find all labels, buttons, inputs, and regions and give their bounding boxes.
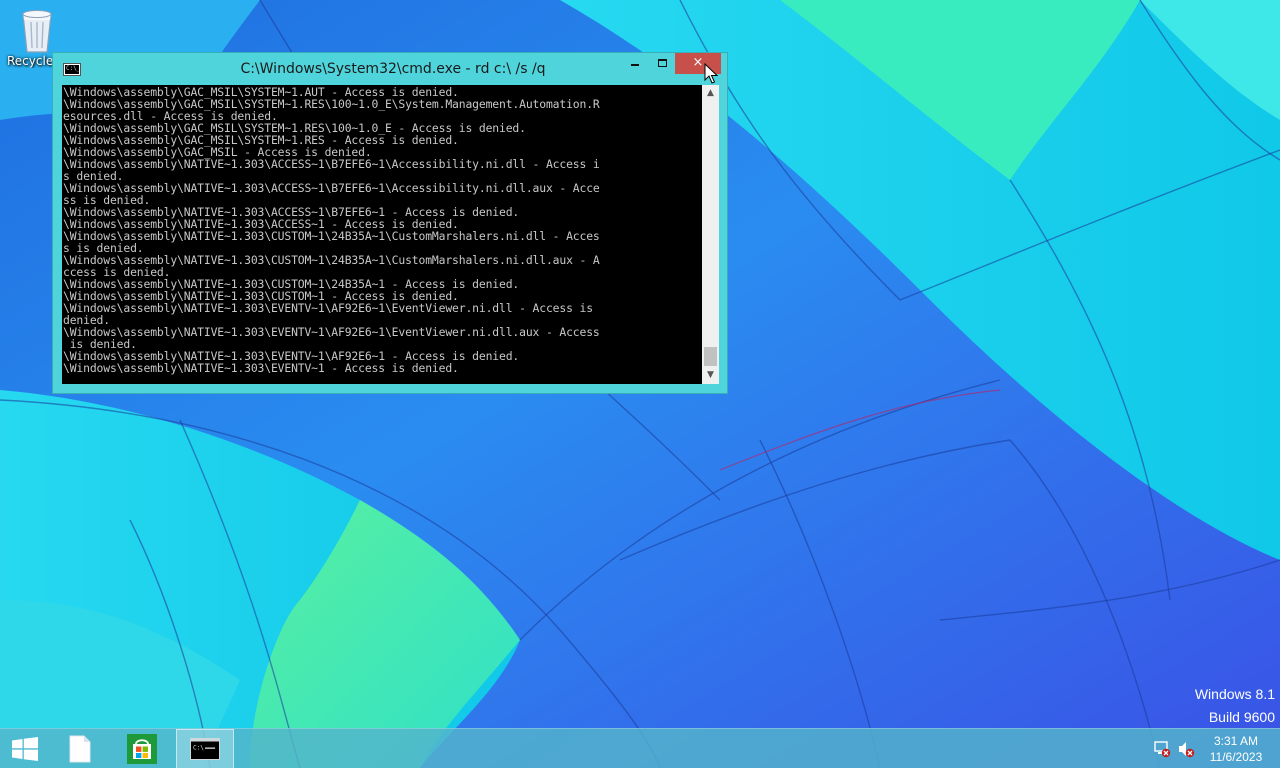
taskbar-file-explorer[interactable] <box>58 729 102 768</box>
start-button[interactable] <box>0 729 50 768</box>
clock-date: 11/6/2023 <box>1209 750 1263 764</box>
windows-logo-icon <box>12 737 38 761</box>
taskbar-clock[interactable]: 3:31 AM 11/6/2023 <box>1200 733 1272 765</box>
watermark-build: Build 9600 <box>1208 709 1275 725</box>
title-bar[interactable]: C:\_ C:\Windows\System32\cmd.exe - rd c:… <box>53 53 727 85</box>
console-output[interactable]: \Windows\assembly\GAC_MSIL\SYSTEM~1.AUT … <box>62 85 702 384</box>
scroll-thumb[interactable] <box>704 347 717 366</box>
taskbar-store[interactable] <box>120 729 164 768</box>
chevron-up-icon: ▲ <box>707 88 714 98</box>
cmd-app-icon[interactable]: C:\_ <box>63 63 81 76</box>
minimize-button[interactable] <box>621 53 649 74</box>
maximize-icon <box>657 58 667 67</box>
taskbar: C:\ <box>0 728 1280 768</box>
recycle-bin-icon <box>22 10 52 53</box>
close-icon: × <box>692 55 704 70</box>
maximize-button[interactable] <box>649 53 675 74</box>
clock-time: 3:31 AM <box>1213 734 1259 748</box>
taskbar-command-prompt[interactable]: C:\ <box>176 729 234 768</box>
vertical-scrollbar[interactable]: ▲ ▼ <box>702 85 719 384</box>
console-text: \Windows\assembly\GAC_MSIL\SYSTEM~1.AUT … <box>63 85 600 375</box>
svg-text:C:\: C:\ <box>193 745 204 752</box>
mouse-pointer-icon <box>704 63 718 84</box>
scroll-up-button[interactable]: ▲ <box>702 85 719 102</box>
watermark-version: Windows 8.1 <box>1194 686 1275 702</box>
scroll-down-button[interactable]: ▼ <box>702 367 719 384</box>
store-icon <box>127 734 157 764</box>
windows-watermark: Windows 8.1 Build 9600 <box>1195 683 1275 729</box>
window-title: C:\Windows\System32\cmd.exe - rd c:\ /s … <box>240 61 546 77</box>
minimize-icon <box>631 63 639 66</box>
chevron-down-icon: ▼ <box>707 370 714 380</box>
file-icon <box>69 735 91 763</box>
volume-muted-icon[interactable] <box>1177 740 1195 758</box>
cmd-icon: C:\ <box>190 738 220 760</box>
cmd-window: C:\_ C:\Windows\System32\cmd.exe - rd c:… <box>52 52 728 394</box>
network-disconnected-icon[interactable] <box>1153 740 1171 758</box>
